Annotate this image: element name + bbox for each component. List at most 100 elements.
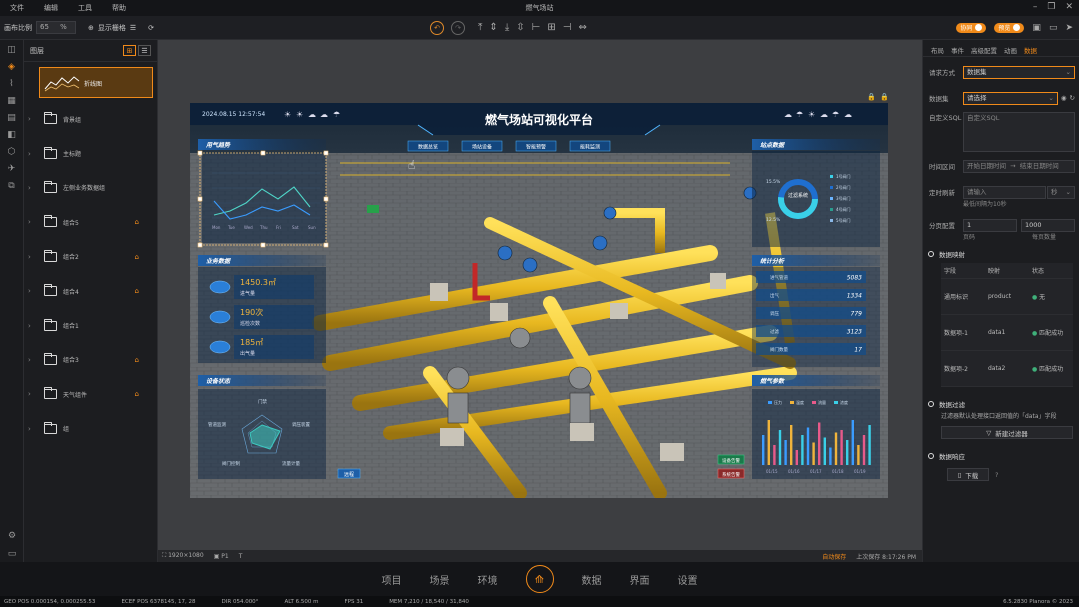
media-icon[interactable]: ◧ — [7, 130, 16, 140]
chevron-right-icon[interactable]: › — [28, 390, 38, 398]
minimize-icon[interactable]: – — [1033, 2, 1038, 12]
lock-icon[interactable]: ⌂ — [135, 253, 139, 261]
lock-icon[interactable]: ⌂ — [135, 287, 139, 295]
add-filter-button[interactable]: ▽ 新建过滤器 — [941, 426, 1073, 439]
chevron-right-icon[interactable]: › — [28, 253, 38, 261]
close-icon[interactable]: ✕ — [1065, 2, 1073, 12]
grid-toggle-label[interactable]: 显示栅格 — [98, 23, 126, 33]
chart-icon[interactable]: ⌇ — [9, 79, 13, 89]
map-book-icon[interactable]: ⟰ — [525, 565, 554, 593]
layer-item[interactable]: › 主标题 — [24, 136, 157, 170]
mapping-section[interactable]: 数据映射 — [923, 247, 1079, 261]
sql-textarea[interactable]: 自定义SQL — [963, 112, 1075, 152]
collapse-icon[interactable]: ▭ — [8, 549, 17, 559]
time-range-input[interactable]: 开始日期时间 → 结束日期时间 — [963, 159, 1075, 173]
nav-scene[interactable]: 场景 — [430, 572, 450, 587]
layer-item[interactable]: › 组合1 — [24, 308, 157, 342]
redo-circle-icon[interactable]: ↷ — [451, 20, 465, 35]
refresh-icon[interactable]: ↻ — [1070, 94, 1075, 102]
resize-handle[interactable] — [260, 150, 266, 156]
lock-icon[interactable]: ⌂ — [135, 390, 139, 398]
chevron-right-icon[interactable]: › — [28, 322, 38, 330]
nav-settings[interactable]: 设置 — [678, 572, 698, 587]
settings-sliders-icon[interactable]: ☰ — [130, 24, 136, 32]
layer-item[interactable]: › 左侧业务数据组 — [24, 171, 157, 205]
grid-icon[interactable]: ⊕ — [88, 24, 94, 32]
page-size-input[interactable]: 1000 — [1021, 218, 1075, 232]
layer-item[interactable]: › 背景组 — [24, 102, 157, 136]
align-left-icon[interactable]: ⊢ — [532, 22, 541, 33]
chevron-right-icon[interactable]: › — [28, 218, 38, 226]
align-right-icon[interactable]: ⊣ — [563, 22, 572, 33]
components-icon[interactable]: ◫ — [7, 45, 16, 55]
table-icon[interactable]: ▤ — [7, 113, 16, 123]
layer-item[interactable]: › 组合2 ⌂ — [24, 240, 157, 274]
zoom-input[interactable]: 65 % — [36, 21, 76, 34]
resize-handle[interactable] — [323, 196, 329, 202]
align-bottom-icon[interactable]: ⤓ — [505, 22, 509, 33]
layer-item[interactable]: › 组合5 ⌂ — [24, 205, 157, 239]
layer-item[interactable]: › 组 — [24, 412, 157, 446]
undo-circle-icon[interactable]: ↶ — [430, 20, 444, 35]
monitor-icon[interactable]: ▭ — [1049, 23, 1058, 33]
publish-icon[interactable]: ➤ — [1065, 23, 1073, 33]
distribute-h-icon[interactable]: ⇔ — [578, 22, 586, 33]
chevron-right-icon[interactable]: › — [28, 115, 38, 123]
refresh-unit-select[interactable]: 秒 ⌄ — [1047, 185, 1075, 199]
resize-handle[interactable] — [323, 150, 329, 156]
chevron-right-icon[interactable]: › — [28, 356, 38, 364]
resize-handle[interactable] — [197, 242, 203, 248]
request-select[interactable]: 数据集 ⌄ — [963, 65, 1075, 79]
resize-handle[interactable] — [323, 242, 329, 248]
grid-view-icon[interactable]: ⊞ — [123, 45, 136, 56]
layers-icon[interactable]: ◈ — [8, 62, 15, 72]
download-button[interactable]: ▯ 下载 — [947, 468, 989, 481]
layer-item-selected[interactable]: 折线图 — [39, 67, 153, 98]
prop-tab[interactable]: 动画 — [1004, 45, 1017, 56]
lock-icon[interactable]: ⌂ — [135, 218, 139, 226]
list-view-icon[interactable]: ☰ — [138, 45, 151, 56]
chevron-right-icon[interactable]: › — [28, 184, 38, 192]
align-top-icon[interactable]: ⤒ — [478, 22, 482, 33]
dashboard-stage[interactable]: 燃气场站可视化平台 2024.08.15 12:57:54 ☀ ☀ ☁ ☁ ☂ ☁ ☂… — [190, 103, 888, 498]
prop-tab[interactable]: 事件 — [951, 45, 964, 56]
nav-environment[interactable]: 环境 — [478, 572, 498, 587]
dataset-select[interactable]: 请选择 ⌄ — [963, 91, 1058, 105]
lock-icon[interactable]: 🔒 — [880, 93, 889, 101]
mapping-target[interactable]: data1 — [985, 327, 1029, 338]
menu-help[interactable]: 帮助 — [102, 3, 136, 13]
prop-tab[interactable]: 高级配置 — [971, 45, 997, 56]
refresh-input[interactable]: 请输入 — [963, 185, 1046, 199]
restore-icon[interactable]: ❐ — [1047, 2, 1055, 12]
filter-section[interactable]: 数据过滤 — [923, 397, 1079, 411]
prop-tab[interactable]: 布局 — [931, 45, 944, 56]
nav-data[interactable]: 数据 — [582, 572, 602, 587]
plugin-icon[interactable]: ⚙ — [8, 531, 16, 541]
resize-handle[interactable] — [197, 196, 203, 202]
menu-tools[interactable]: 工具 — [68, 3, 102, 13]
save-icon[interactable]: ▣ — [1032, 23, 1041, 33]
distribute-icon[interactable]: ⇳ — [516, 22, 524, 33]
collab-toggle[interactable]: 协同 — [956, 22, 987, 33]
nav-ui[interactable]: 界面 — [630, 572, 650, 587]
preview-toggle[interactable]: 预览 — [994, 22, 1025, 33]
chevron-right-icon[interactable]: › — [28, 287, 38, 295]
align-center-icon[interactable]: ⊞ — [547, 22, 555, 33]
resource-icon[interactable]: ⧉ — [8, 181, 14, 191]
model-icon[interactable]: ⬡ — [8, 147, 16, 157]
chevron-right-icon[interactable]: › — [28, 150, 38, 158]
chevron-right-icon[interactable]: › — [28, 425, 38, 433]
align-middle-icon[interactable]: ⇕ — [489, 22, 497, 33]
menu-edit[interactable]: 编辑 — [34, 3, 68, 13]
mapping-target[interactable]: data2 — [985, 363, 1029, 374]
layer-item[interactable]: › 天气组件 ⌂ — [24, 377, 157, 411]
canvas-area[interactable]: 燃气场站可视化平台 2024.08.15 12:57:54 ☀ ☀ ☁ ☁ ☂ ☁ ☂… — [158, 40, 922, 550]
menu-file[interactable]: 文件 — [0, 3, 34, 13]
plane-icon[interactable]: ✈ — [8, 164, 16, 174]
prop-tab[interactable]: 数据 — [1024, 45, 1037, 56]
mapping-target[interactable]: product — [985, 291, 1029, 302]
map-icon[interactable]: ▦ — [7, 96, 16, 106]
lock-icon[interactable]: ⌂ — [135, 356, 139, 364]
nav-project[interactable]: 项目 — [382, 572, 402, 587]
eye-icon[interactable]: ◉ — [1061, 94, 1067, 102]
